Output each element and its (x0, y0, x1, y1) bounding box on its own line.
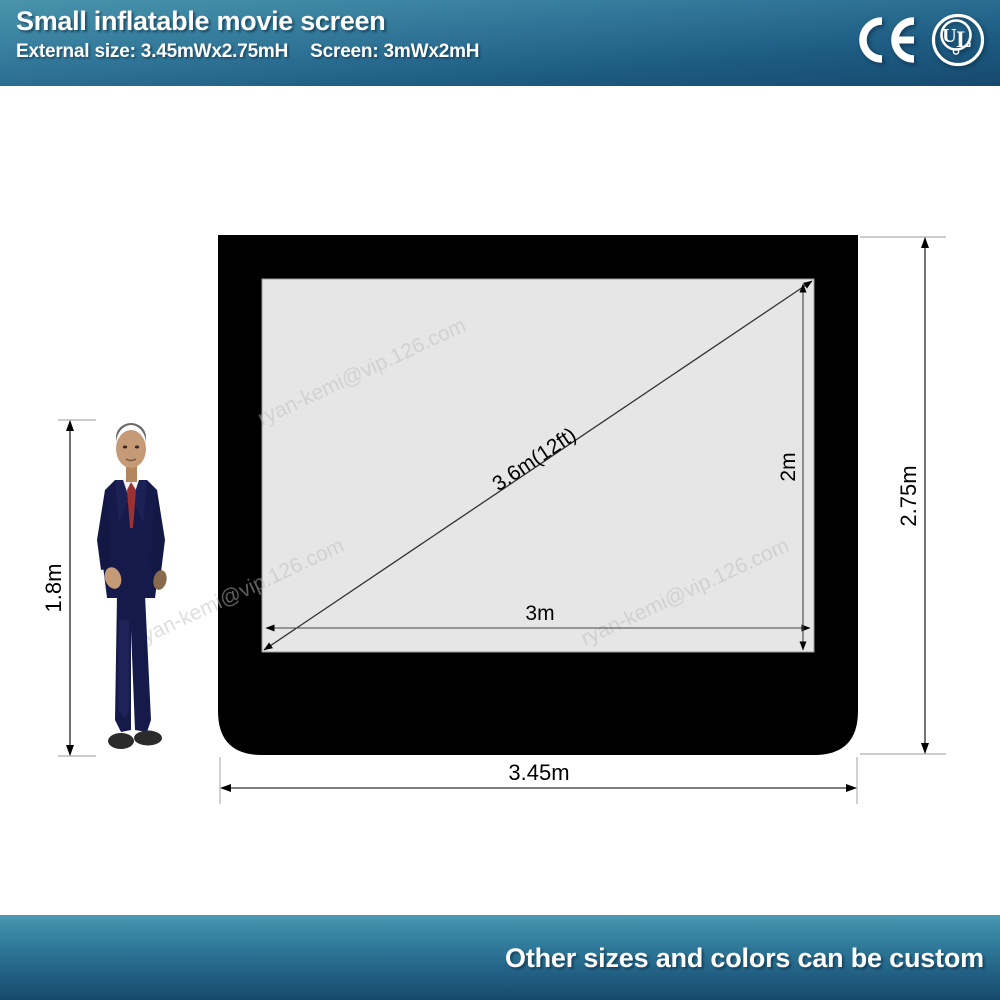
page-header: Small inflatable movie screen External s… (0, 0, 1000, 86)
product-dimension-diagram: ryan-kemi@vip.126.com ryan-kemi@vip.126.… (0, 86, 1000, 915)
external-size-text: External size: 3.45mWx2.75mH (16, 41, 289, 62)
person-height-label: 1.8m (41, 564, 66, 613)
svg-text:U: U (942, 25, 956, 47)
page-footer: Other sizes and colors can be custom (0, 915, 1000, 1000)
human-scale-figure (85, 420, 175, 757)
screen-height-label: 2m (777, 452, 800, 481)
svg-text:L: L (956, 27, 971, 52)
footer-message: Other sizes and colors can be custom (505, 943, 984, 973)
header-text-block: Small inflatable movie screen External s… (16, 4, 479, 66)
header-subtitle: External size: 3.45mWx2.75mH Screen: 3mWx… (16, 38, 479, 66)
screen-width-label: 3m (525, 602, 554, 625)
external-width-label: 3.45m (508, 760, 569, 785)
page-title: Small inflatable movie screen (16, 6, 386, 36)
ce-mark-icon (852, 15, 920, 70)
ul-mark-icon: U L (930, 12, 986, 73)
external-height-label: 2.75m (896, 465, 921, 526)
certification-marks: U L (852, 12, 986, 73)
screen-size-text: Screen: 3mWx2mH (310, 41, 480, 62)
